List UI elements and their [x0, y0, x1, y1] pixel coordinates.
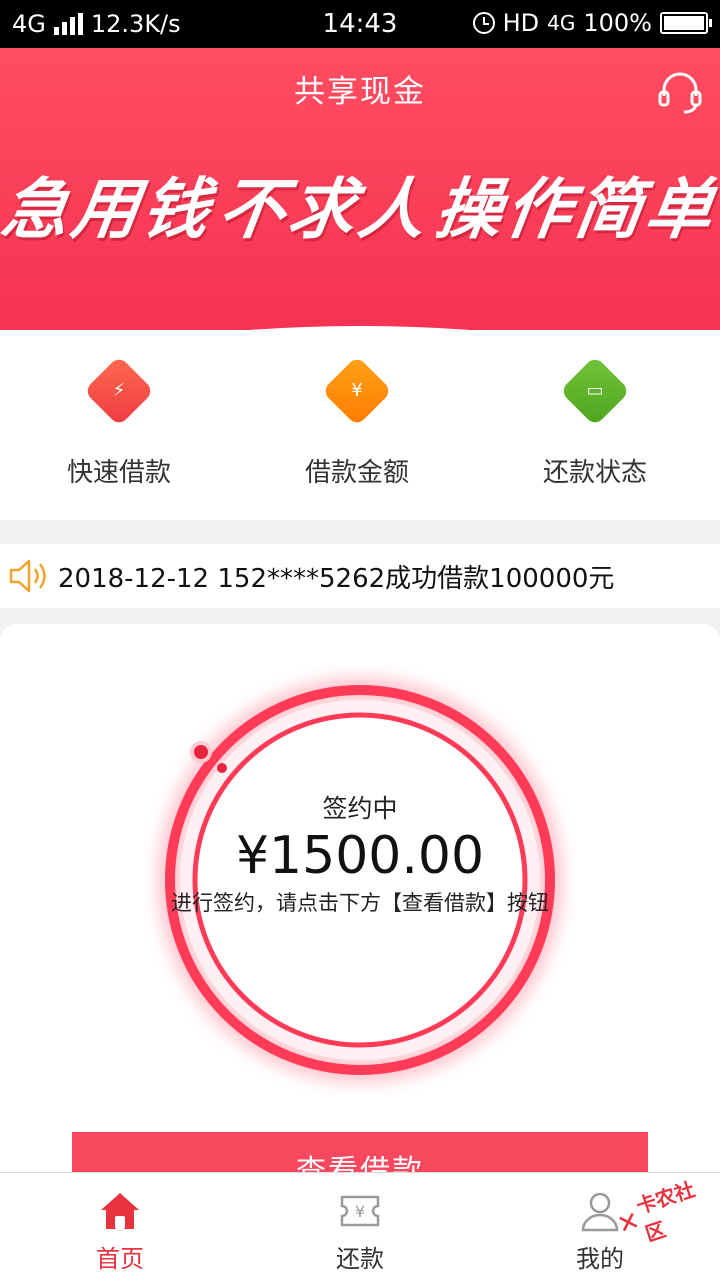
lightning-icon: ⚡ — [83, 355, 155, 427]
slogan-banner: 急用钱 不求人 操作简单 — [0, 156, 720, 252]
tab-bar: 首页 ¥ 还款 我的 — [0, 1172, 720, 1281]
tab-repay[interactable]: ¥ 还款 — [240, 1173, 480, 1281]
loan-hint: 进行签约，请点击下方【查看借款】按钮 — [171, 891, 549, 915]
status-bar: 4G 12.3K/s 14:43 HD 4G 100% — [0, 0, 720, 48]
tab-label: 我的 — [576, 1245, 624, 1273]
speaker-icon — [9, 559, 46, 593]
customer-service-icon[interactable] — [656, 68, 704, 116]
battery-percent: 100% — [583, 9, 652, 37]
loan-card: 签约中 ¥1500.00 进行签约，请点击下方【查看借款】按钮 查看借款 — [0, 624, 720, 1212]
quick-nav-loan-amount[interactable]: ¥ 借款金额 — [238, 355, 476, 489]
card-icon: ▭ — [559, 355, 631, 427]
slogan-part: 不求人 — [213, 170, 435, 248]
svg-text:¥: ¥ — [355, 1202, 365, 1221]
home-icon — [101, 1193, 139, 1229]
page-title: 共享现金 — [294, 74, 426, 110]
tab-label: 首页 — [96, 1245, 144, 1273]
quick-nav-label: 借款金额 — [304, 458, 409, 488]
slogan-part: 操作简单 — [430, 170, 720, 248]
alarm-icon — [472, 12, 495, 34]
tab-label: 还款 — [336, 1245, 384, 1273]
quick-nav-repay-status[interactable]: ▭ 还款状态 — [476, 355, 714, 489]
network-right-label: 4G — [547, 11, 576, 35]
loan-status: 签约中 — [322, 794, 398, 823]
quick-nav-fast-loan[interactable]: ⚡ 快速借款 — [0, 355, 238, 489]
hd-label: HD — [502, 9, 540, 37]
loan-amount: ¥1500.00 — [235, 826, 485, 886]
diamond-icon: ¥ — [321, 355, 393, 427]
quick-nav-label: 快速借款 — [66, 458, 171, 488]
slogan-part: 急用钱 — [0, 170, 219, 248]
status-right: HD 4G 100% — [472, 9, 712, 37]
battery-icon — [660, 12, 712, 34]
quick-nav-label: 还款状态 — [542, 458, 647, 488]
notice-bar: 2018-12-12 152****5262成功借款100000元 — [0, 544, 720, 608]
repay-ticket-icon: ¥ — [340, 1195, 380, 1227]
loan-info: 签约中 ¥1500.00 进行签约，请点击下方【查看借款】按钮 — [0, 789, 720, 917]
app-header: 共享现金 急用钱 不求人 操作简单 — [0, 48, 720, 338]
quick-nav: ⚡ 快速借款 ¥ 借款金额 ▭ 还款状态 — [0, 330, 720, 520]
notice-text: 2018-12-12 152****5262成功借款100000元 — [58, 563, 615, 594]
tab-home[interactable]: 首页 — [0, 1173, 240, 1281]
